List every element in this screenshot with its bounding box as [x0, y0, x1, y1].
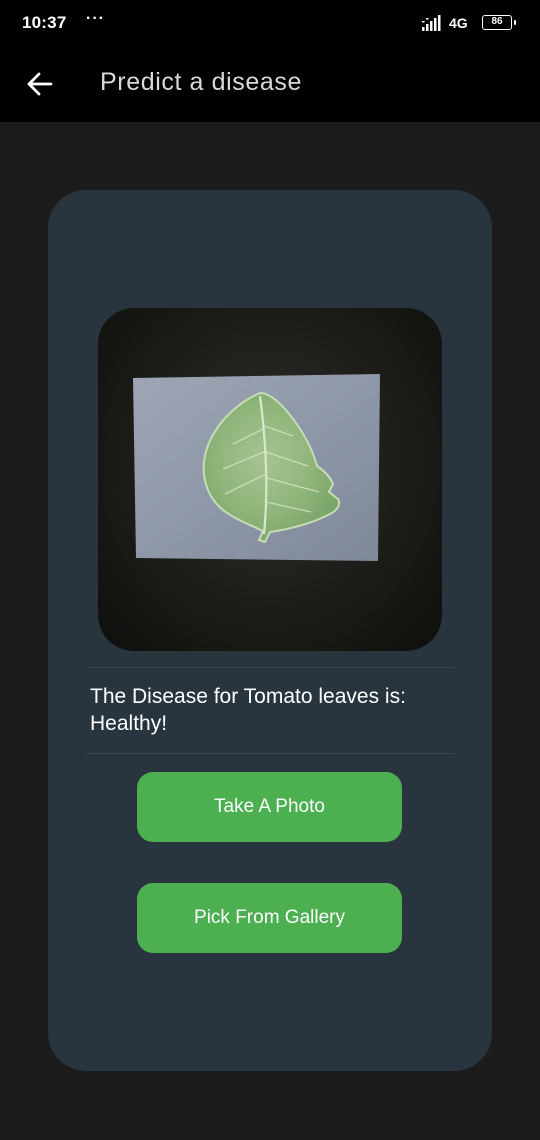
- pick-from-gallery-button[interactable]: Pick From Gallery: [137, 883, 402, 953]
- divider-top: [86, 667, 454, 668]
- take-photo-button[interactable]: Take A Photo: [137, 772, 402, 842]
- leaf-photo: [133, 374, 380, 561]
- back-button[interactable]: [18, 62, 62, 106]
- prediction-card: The Disease for Tomato leaves is: Health…: [48, 190, 492, 1071]
- signal-icon: [422, 15, 441, 31]
- result-line-2: Healthy!: [90, 712, 168, 735]
- battery-level: 86: [491, 16, 503, 27]
- network-type: 4G: [449, 15, 468, 31]
- prediction-result: The Disease for Tomato leaves is: Health…: [90, 683, 460, 737]
- app-bar: Predict a disease: [0, 48, 540, 122]
- arrow-left-icon: [27, 72, 53, 96]
- battery-icon: 86: [482, 15, 516, 30]
- screen: 10:37 ··· 4G 86 Predict a disease The Di…: [0, 0, 540, 1140]
- divider-bottom: [86, 753, 454, 754]
- status-time: 10:37: [22, 13, 67, 32]
- image-preview: [98, 308, 442, 651]
- result-line-1: The Disease for Tomato leaves is:: [90, 685, 406, 708]
- notification-dots-icon: ···: [86, 10, 105, 27]
- page-title: Predict a disease: [100, 68, 302, 96]
- status-bar: 10:37 ··· 4G 86: [0, 0, 540, 48]
